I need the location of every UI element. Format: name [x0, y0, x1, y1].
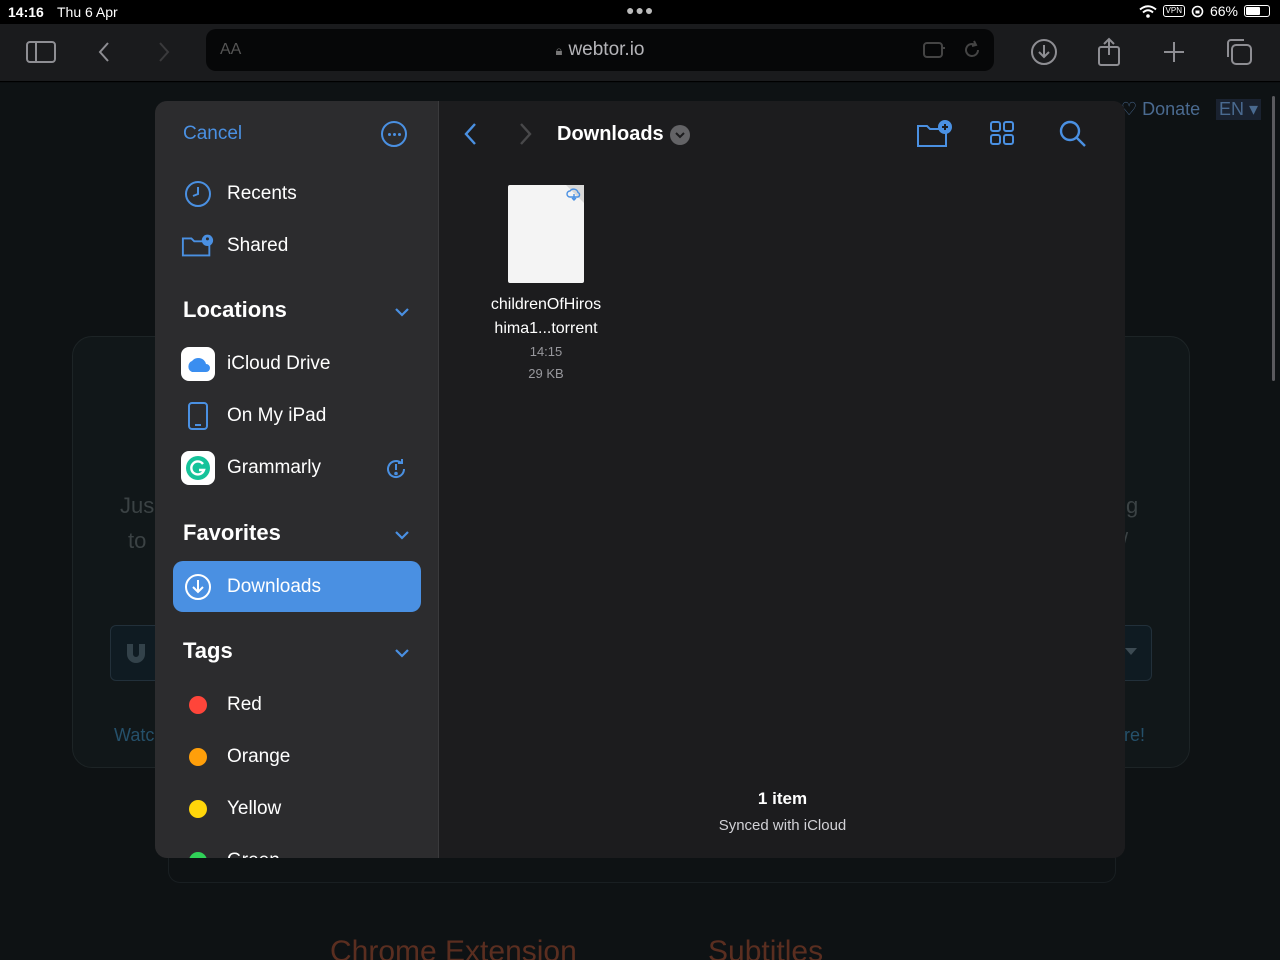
sync-status: Synced with iCloud — [718, 817, 847, 834]
sidebar-item-label: Yellow — [227, 798, 282, 819]
locations-heading[interactable]: Locations — [183, 297, 287, 323]
icloud-icon — [181, 347, 215, 381]
sidebar-item-tag-green[interactable]: Green — [173, 836, 421, 858]
tab-overview-icon[interactable] — [1221, 34, 1257, 70]
chrome-extension-heading: Chrome Extension — [330, 935, 577, 960]
vpn-badge: VPN — [1162, 5, 1185, 17]
more-options-icon[interactable] — [381, 121, 407, 147]
status-bar: 14:16 Thu 6 Apr ●●● VPN 66% — [0, 0, 1280, 24]
green-tag-icon — [189, 852, 207, 858]
donate-link[interactable]: ♡ Donate — [1121, 99, 1200, 120]
subtitles-heading: Subtitles — [708, 935, 824, 960]
status-indicators: VPN 66% — [1138, 3, 1270, 19]
hero-link-fragment[interactable]: re! — [1124, 725, 1145, 746]
icloud-download-icon — [566, 188, 581, 201]
new-tab-icon[interactable] — [1156, 34, 1192, 70]
forward-icon[interactable] — [518, 121, 534, 147]
sidebar-item-label: Grammarly — [227, 457, 321, 478]
chevron-down-icon[interactable] — [393, 303, 411, 321]
sidebar-item-label: Red — [227, 694, 262, 715]
chevron-down-icon[interactable] — [393, 644, 411, 662]
extensions-icon[interactable] — [922, 40, 946, 60]
yellow-tag-icon — [189, 800, 207, 818]
sidebar-item-label: Shared — [227, 235, 289, 256]
battery-icon — [1244, 5, 1270, 17]
sidebar-item-downloads[interactable]: Downloads — [173, 561, 421, 612]
file-name-line: childrenOfHiros — [490, 296, 602, 313]
battery-fill — [1246, 7, 1260, 15]
ipad-icon — [181, 399, 215, 433]
status-date: Thu 6 Apr — [57, 4, 118, 20]
multitasking-dots-icon[interactable]: ●●● — [626, 2, 654, 18]
sidebar-item-recents[interactable]: Recents — [173, 169, 421, 219]
back-icon[interactable] — [462, 121, 478, 147]
grammarly-icon — [181, 451, 215, 485]
folder-title[interactable]: Downloads — [557, 123, 664, 146]
reload-icon[interactable] — [962, 40, 982, 60]
lock-icon: 🔒︎ — [555, 43, 563, 58]
sidebar-toggle-icon[interactable] — [23, 34, 59, 70]
status-time: 14:16 — [8, 4, 44, 20]
forward-icon[interactable] — [146, 34, 182, 70]
sidebar-item-shared[interactable]: Shared — [173, 221, 421, 271]
file-picker-modal: Cancel Recents Shared Locations iCloud D… — [155, 101, 1125, 858]
clock-icon — [181, 177, 215, 211]
sidebar-item-label: Recents — [227, 183, 297, 204]
shared-folder-icon — [181, 229, 215, 263]
sidebar-item-label: Downloads — [227, 575, 321, 597]
cancel-button[interactable]: Cancel — [183, 123, 242, 145]
share-icon[interactable] — [1091, 34, 1127, 70]
orientation-lock-icon — [1191, 5, 1204, 17]
hero-text-fragment: Jus — [120, 493, 155, 518]
orange-tag-icon — [189, 748, 207, 766]
address-bar-actions — [922, 40, 982, 60]
chevron-down-icon[interactable] — [393, 526, 411, 544]
wifi-icon — [1138, 4, 1157, 18]
new-folder-icon[interactable] — [916, 119, 952, 149]
file-picker-sidebar: Cancel Recents Shared Locations iCloud D… — [155, 101, 439, 858]
chevron-down-icon[interactable] — [670, 125, 690, 145]
sync-warning-icon[interactable] — [384, 457, 408, 481]
file-time: 14:15 — [529, 344, 563, 359]
file-name-line: hima1...torrent — [494, 320, 598, 337]
sidebar-item-label: Green — [227, 850, 280, 858]
language-selector[interactable]: EN ▾ — [1216, 99, 1262, 120]
favorites-heading[interactable]: Favorites — [183, 520, 281, 546]
downloads-icon[interactable] — [1026, 34, 1062, 70]
sidebar-item-icloud-drive[interactable]: iCloud Drive — [173, 339, 421, 389]
sidebar-item-label: iCloud Drive — [227, 353, 331, 374]
back-icon[interactable] — [86, 34, 122, 70]
red-tag-icon — [189, 696, 207, 714]
grid-view-icon[interactable] — [988, 119, 1016, 147]
battery-percent: 66% — [1209, 3, 1238, 19]
file-item[interactable]: childrenOfHiros hima1...torrent 14:15 29… — [476, 185, 616, 385]
page-scrollbar[interactable] — [1272, 96, 1275, 381]
file-size: 29 KB — [528, 366, 564, 381]
sidebar-item-label: On My iPad — [227, 405, 327, 426]
file-browser-pane: Downloads childrenOfHiros hima1...torren… — [440, 101, 1125, 858]
browser-toolbar: AA 🔒︎ webtor.io — [0, 24, 1280, 82]
hero-link-fragment[interactable]: Watc — [114, 725, 154, 746]
sidebar-item-tag-yellow[interactable]: Yellow — [173, 784, 421, 834]
magnet-icon — [127, 644, 145, 663]
document-thumbnail-icon — [508, 185, 584, 283]
sidebar-item-tag-orange[interactable]: Orange — [173, 732, 421, 782]
address-bar[interactable]: AA 🔒︎ webtor.io — [206, 29, 994, 71]
dropdown-arrow-icon[interactable] — [1125, 648, 1137, 656]
tags-heading[interactable]: Tags — [183, 638, 233, 664]
hero-text-fragment: to — [128, 528, 147, 553]
item-count: 1 item — [757, 789, 808, 808]
search-icon[interactable] — [1058, 119, 1088, 149]
sidebar-item-label: Orange — [227, 746, 291, 767]
file-name: childrenOfHiros hima1...torrent — [476, 293, 616, 341]
download-circle-icon — [181, 570, 215, 604]
sidebar-item-on-my-ipad[interactable]: On My iPad — [173, 391, 421, 441]
url-text: webtor.io — [568, 39, 645, 60]
url-display[interactable]: 🔒︎ webtor.io — [206, 39, 994, 61]
sidebar-item-tag-red[interactable]: Red — [173, 680, 421, 730]
hero-text-fragment: g — [1126, 493, 1139, 518]
